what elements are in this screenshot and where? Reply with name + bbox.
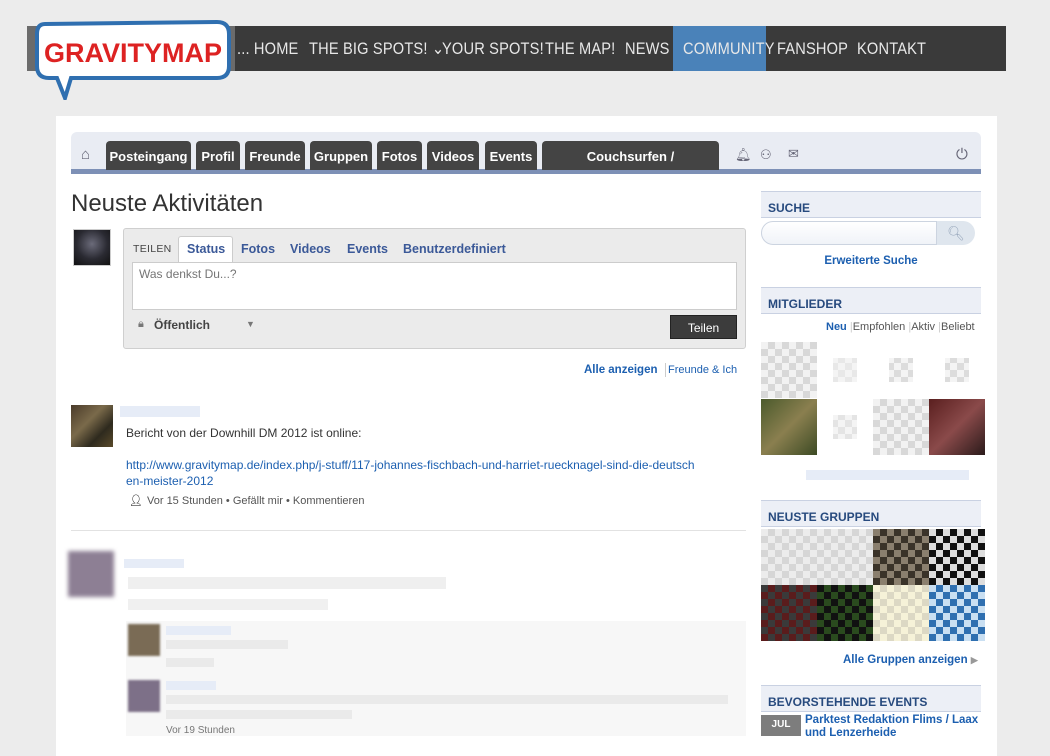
member-thumb[interactable] <box>929 342 985 398</box>
search-icon[interactable]: 🔍︎ <box>937 221 975 245</box>
logout-power-icon[interactable]: ⏻ <box>956 146 968 163</box>
event-date-badge: JUL <box>761 715 801 736</box>
nav-big-spots[interactable]: THE BIG SPOTS! ⌄ <box>309 26 444 71</box>
post-meta: Vor 15 Stunden • Gefällt mir • Kommentie… <box>147 495 365 507</box>
nav-fanshop[interactable]: FANSHOP <box>777 26 848 71</box>
post-text: Bericht von der Downhill DM 2012 ist onl… <box>126 426 362 440</box>
gravitymap-logo[interactable]: GRAVITYMAP <box>27 18 235 100</box>
nav-news[interactable]: NEWS <box>625 26 670 71</box>
tab-fotos[interactable]: Fotos <box>377 141 422 170</box>
tab-gruppen[interactable]: Gruppen <box>310 141 372 170</box>
comment-text-blurred <box>166 710 352 719</box>
sidebar-search-title: SUCHE <box>761 191 981 218</box>
user-status-icon: 👤︎ <box>129 495 143 507</box>
share-tab-videos[interactable]: Videos <box>290 242 331 256</box>
user-name-blurred[interactable] <box>124 559 184 568</box>
comment-meta-blurred <box>166 658 214 667</box>
share-tab-events[interactable]: Events <box>347 242 388 256</box>
tab-freunde[interactable]: Freunde <box>245 141 305 170</box>
nav-home[interactable]: ... HOME <box>237 26 298 71</box>
members-link-blurred[interactable] <box>806 470 969 480</box>
share-tab-fotos[interactable]: Fotos <box>241 242 275 256</box>
event-title-link[interactable]: Parktest Redaktion Flims / Laax und Lenz… <box>805 714 983 740</box>
tab-couchsurfen[interactable]: Couchsurfen / Kleinanzeigen <box>542 141 719 195</box>
member-filter-active[interactable]: Aktiv <box>911 321 935 333</box>
avatar[interactable] <box>71 405 113 447</box>
post-meta-blurred <box>128 599 328 610</box>
comment-text-blurred <box>166 695 728 704</box>
notification-bell-icon[interactable]: 🔔︎ <box>735 147 752 163</box>
group-thumb[interactable] <box>873 529 929 585</box>
user-name-blurred[interactable] <box>120 406 200 417</box>
tab-events[interactable]: Events <box>485 141 537 170</box>
member-filter-new[interactable]: Neu <box>826 321 847 333</box>
avatar[interactable] <box>73 229 111 266</box>
advanced-search-link[interactable]: Erweiterte Suche <box>761 255 981 267</box>
member-thumb[interactable] <box>761 342 817 398</box>
privacy-select[interactable]: Öffentlich <box>154 318 210 332</box>
nav-big-spots-label: THE BIG SPOTS! <box>309 39 428 58</box>
divider <box>665 363 666 377</box>
tab-profil[interactable]: Profil <box>196 141 240 170</box>
like-link[interactable]: Gefällt mir <box>233 495 283 507</box>
group-thumb[interactable] <box>929 529 985 585</box>
user-name-blurred[interactable] <box>166 681 216 690</box>
comment-link[interactable]: Kommentieren <box>293 495 365 507</box>
sidebar-events-title: BEVORSTEHENDE EVENTS <box>761 685 981 712</box>
member-thumb[interactable] <box>873 399 929 455</box>
member-thumb[interactable] <box>761 399 817 455</box>
member-filter-popular[interactable]: Beliebt <box>941 321 975 333</box>
nav-the-map[interactable]: THE MAP! <box>545 26 615 71</box>
post-link[interactable]: http://www.gravitymap.de/index.php/j-stu… <box>126 457 696 489</box>
member-filters: Neu |Empfohlen |Aktiv |Beliebt <box>826 321 975 333</box>
group-thumb[interactable] <box>761 529 817 585</box>
sidebar-groups-title: NEUSTE GRUPPEN <box>761 500 981 527</box>
comment-time: Vor 19 Stunden <box>166 725 235 736</box>
mail-icon[interactable]: ✉ <box>788 146 799 162</box>
avatar[interactable] <box>68 551 114 597</box>
filter-friends[interactable]: Freunde & Ich <box>668 364 737 376</box>
member-filter-recommended[interactable]: Empfohlen <box>853 321 906 333</box>
tab-videos[interactable]: Videos <box>427 141 479 170</box>
member-thumb[interactable] <box>817 399 873 455</box>
page-title: Neuste Aktivitäten <box>71 190 264 217</box>
group-thumb[interactable] <box>817 585 873 641</box>
group-thumb[interactable] <box>761 585 817 641</box>
user-name-blurred[interactable] <box>166 626 231 635</box>
group-thumb[interactable] <box>929 585 985 641</box>
chevron-right-icon: ▶ <box>970 655 978 665</box>
nav-community[interactable]: COMMUNITY <box>683 26 775 71</box>
post-time: Vor 15 Stunden <box>147 495 223 507</box>
member-thumb[interactable] <box>817 342 873 398</box>
share-label: TEILEN <box>133 243 172 255</box>
logo-text: GRAVITYMAP <box>44 38 222 68</box>
share-tab-custom[interactable]: Benutzerdefiniert <box>403 242 506 256</box>
member-thumb[interactable] <box>873 342 929 398</box>
member-thumb[interactable] <box>929 399 985 455</box>
privacy-dropdown-icon[interactable]: ▼ <box>246 319 255 329</box>
comment-text-blurred <box>166 640 288 649</box>
status-input[interactable] <box>132 262 737 310</box>
share-tab-status[interactable]: Status <box>187 242 225 256</box>
nav-your-spots[interactable]: YOUR SPOTS! <box>442 26 544 71</box>
all-groups-label: Alle Gruppen anzeigen <box>843 654 968 666</box>
home-icon[interactable]: ⌂ <box>81 146 90 163</box>
avatar[interactable] <box>128 624 160 656</box>
nav-kontakt[interactable]: KONTAKT <box>857 26 926 71</box>
post-text-blurred <box>128 577 446 589</box>
all-groups-link[interactable]: Alle Gruppen anzeigen ▶ <box>843 654 978 666</box>
friends-icon[interactable]: ⚇ <box>760 147 772 163</box>
avatar[interactable] <box>128 680 160 712</box>
group-thumb[interactable] <box>873 585 929 641</box>
lock-icon: 🔒︎ <box>138 318 144 330</box>
sidebar-members-title: MITGLIEDER <box>761 287 981 314</box>
divider <box>71 530 746 531</box>
filter-all[interactable]: Alle anzeigen <box>584 364 658 376</box>
search-input[interactable] <box>761 221 937 245</box>
tab-posteingang[interactable]: Posteingang <box>106 141 191 170</box>
share-submit-button[interactable]: Teilen <box>670 315 737 339</box>
group-thumb[interactable] <box>817 529 873 585</box>
